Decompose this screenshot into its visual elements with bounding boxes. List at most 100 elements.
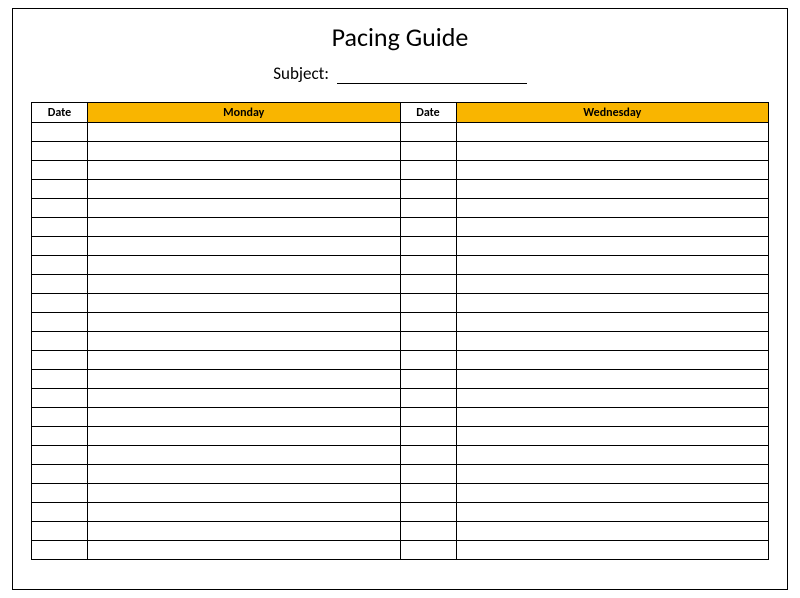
day-cell[interactable] [456, 351, 769, 370]
date-cell[interactable] [32, 123, 88, 142]
date-cell[interactable] [32, 522, 88, 541]
date-cell[interactable] [32, 332, 88, 351]
date-cell[interactable] [32, 313, 88, 332]
day-cell[interactable] [456, 332, 769, 351]
date-cell[interactable] [400, 142, 456, 161]
date-cell[interactable] [400, 313, 456, 332]
day-cell[interactable] [88, 218, 401, 237]
date-cell[interactable] [400, 389, 456, 408]
date-cell[interactable] [32, 294, 88, 313]
date-cell[interactable] [400, 522, 456, 541]
date-cell[interactable] [32, 180, 88, 199]
date-cell[interactable] [32, 351, 88, 370]
day-cell[interactable] [456, 294, 769, 313]
date-cell[interactable] [400, 408, 456, 427]
date-cell[interactable] [32, 541, 88, 560]
date-cell[interactable] [32, 484, 88, 503]
date-cell[interactable] [400, 275, 456, 294]
date-cell[interactable] [400, 123, 456, 142]
day-cell[interactable] [88, 465, 401, 484]
date-cell[interactable] [32, 161, 88, 180]
day-cell[interactable] [88, 275, 401, 294]
day-cell[interactable] [88, 389, 401, 408]
day-cell[interactable] [88, 503, 401, 522]
day-cell[interactable] [456, 256, 769, 275]
date-cell[interactable] [400, 256, 456, 275]
date-cell[interactable] [400, 484, 456, 503]
day-cell[interactable] [456, 123, 769, 142]
day-cell[interactable] [88, 541, 401, 560]
day-cell[interactable] [88, 351, 401, 370]
day-cell[interactable] [456, 313, 769, 332]
date-cell[interactable] [400, 218, 456, 237]
header-date-1: Date [32, 103, 88, 123]
day-cell[interactable] [456, 142, 769, 161]
day-cell[interactable] [456, 275, 769, 294]
day-cell[interactable] [88, 370, 401, 389]
date-cell[interactable] [32, 370, 88, 389]
date-cell[interactable] [32, 142, 88, 161]
day-cell[interactable] [88, 199, 401, 218]
table-row [32, 522, 769, 541]
day-cell[interactable] [88, 256, 401, 275]
day-cell[interactable] [88, 408, 401, 427]
day-cell[interactable] [88, 484, 401, 503]
day-cell[interactable] [88, 446, 401, 465]
table-row [32, 294, 769, 313]
date-cell[interactable] [400, 332, 456, 351]
date-cell[interactable] [32, 408, 88, 427]
date-cell[interactable] [400, 427, 456, 446]
date-cell[interactable] [32, 199, 88, 218]
date-cell[interactable] [32, 218, 88, 237]
day-cell[interactable] [88, 180, 401, 199]
subject-input-line[interactable] [337, 66, 527, 84]
date-cell[interactable] [32, 446, 88, 465]
day-cell[interactable] [88, 313, 401, 332]
date-cell[interactable] [400, 351, 456, 370]
date-cell[interactable] [32, 275, 88, 294]
table-row [32, 427, 769, 446]
day-cell[interactable] [456, 427, 769, 446]
day-cell[interactable] [456, 389, 769, 408]
date-cell[interactable] [400, 465, 456, 484]
date-cell[interactable] [400, 503, 456, 522]
date-cell[interactable] [400, 237, 456, 256]
day-cell[interactable] [456, 522, 769, 541]
day-cell[interactable] [456, 503, 769, 522]
day-cell[interactable] [88, 142, 401, 161]
day-cell[interactable] [456, 446, 769, 465]
day-cell[interactable] [456, 180, 769, 199]
date-cell[interactable] [32, 465, 88, 484]
day-cell[interactable] [88, 522, 401, 541]
table-row [32, 484, 769, 503]
date-cell[interactable] [400, 180, 456, 199]
date-cell[interactable] [400, 541, 456, 560]
date-cell[interactable] [400, 294, 456, 313]
date-cell[interactable] [400, 161, 456, 180]
day-cell[interactable] [88, 332, 401, 351]
day-cell[interactable] [88, 237, 401, 256]
day-cell[interactable] [456, 484, 769, 503]
date-cell[interactable] [400, 370, 456, 389]
day-cell[interactable] [88, 123, 401, 142]
day-cell[interactable] [456, 465, 769, 484]
table-row [32, 332, 769, 351]
day-cell[interactable] [88, 294, 401, 313]
date-cell[interactable] [32, 256, 88, 275]
date-cell[interactable] [400, 446, 456, 465]
day-cell[interactable] [456, 541, 769, 560]
day-cell[interactable] [456, 408, 769, 427]
table-row [32, 256, 769, 275]
day-cell[interactable] [88, 161, 401, 180]
day-cell[interactable] [456, 370, 769, 389]
day-cell[interactable] [88, 427, 401, 446]
date-cell[interactable] [32, 237, 88, 256]
day-cell[interactable] [456, 161, 769, 180]
date-cell[interactable] [400, 199, 456, 218]
date-cell[interactable] [32, 503, 88, 522]
date-cell[interactable] [32, 427, 88, 446]
day-cell[interactable] [456, 237, 769, 256]
day-cell[interactable] [456, 218, 769, 237]
day-cell[interactable] [456, 199, 769, 218]
date-cell[interactable] [32, 389, 88, 408]
